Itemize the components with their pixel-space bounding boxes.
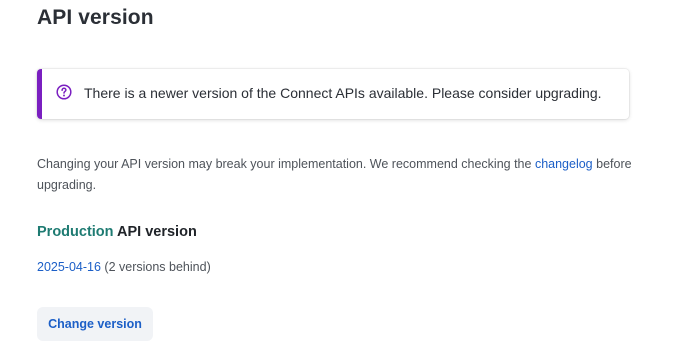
change-version-button[interactable]: Change version — [37, 307, 153, 341]
current-version-link[interactable]: 2025-04-16 — [37, 260, 101, 274]
page-title: API version — [37, 6, 154, 29]
question-circle-icon — [56, 84, 72, 100]
environment-label: Production — [37, 224, 114, 240]
production-api-version-heading: Production API version — [37, 224, 197, 240]
notice-accent-bar — [37, 69, 42, 119]
heading-suffix: API version — [113, 224, 197, 240]
current-version-line: 2025-04-16 (2 versions behind) — [37, 260, 211, 274]
version-behind-note: (2 versions behind) — [100, 260, 211, 274]
notice-message: There is a newer version of the Connect … — [84, 85, 602, 101]
description-text-before: Changing your API version may break your… — [37, 157, 535, 171]
api-version-description: Changing your API version may break your… — [37, 154, 637, 196]
upgrade-notice-banner: There is a newer version of the Connect … — [37, 69, 629, 119]
changelog-link[interactable]: changelog — [535, 157, 593, 171]
